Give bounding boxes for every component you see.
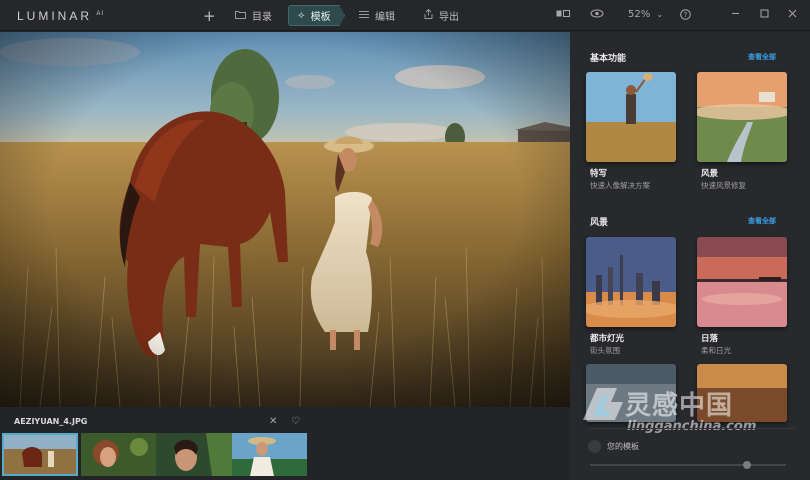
share-icon [424,8,433,22]
top-bar: LUMINAR AI + 目录 ⟡ 模板 编辑 导出 52% ⌄ ? [0,0,810,31]
watermark-text: 灵感中国 [625,391,734,421]
see-all-landscape-link[interactable]: 查看全部 [748,216,776,226]
tab-export[interactable]: 导出 [424,5,459,26]
section-title-landscape: 风景 [590,218,609,228]
tab-edit-label: 编辑 [375,12,395,23]
add-photos-button[interactable]: + [203,5,216,26]
my-templates-item[interactable]: 您的模板 [588,440,639,453]
filmstrip-thumb[interactable] [81,433,156,476]
filmstrip-thumb[interactable] [156,433,232,476]
tab-export-label: 导出 [439,12,459,23]
close-icon[interactable]: ✕ [269,416,277,427]
app-logo: LUMINAR AI [17,9,105,23]
close-window-icon[interactable] [788,9,797,21]
template-name: 风景 [701,169,719,179]
template-card-sunset[interactable] [697,237,787,327]
filmstrip-thumb[interactable] [2,433,78,476]
sliders-icon [359,10,369,22]
help-icon[interactable]: ? [680,9,691,23]
template-card-landscape[interactable] [697,72,787,162]
photo-canvas[interactable] [0,32,570,407]
main-photo-image [0,32,570,407]
magic-wand-icon: ⟡ [298,10,305,21]
user-templates-icon [588,440,601,453]
template-subtitle: 街头氛围 [590,346,620,355]
compare-view-icon[interactable] [556,9,570,21]
folder-icon [235,10,246,22]
tab-edit[interactable]: 编辑 [359,5,395,26]
zoom-label: 52% [628,9,651,20]
section-title-essentials: 基本功能 [590,54,627,64]
minimize-icon[interactable] [731,9,740,21]
template-subtitle: 快速风景修复 [701,181,746,190]
chevron-down-icon: ⌄ [656,10,664,19]
thumbnail-size-slider[interactable] [590,461,786,469]
watermark-url: lingganchina.com [627,419,757,434]
panel-divider [588,428,796,429]
template-subtitle: 快速人像解决方案 [590,181,650,190]
filmstrip: AEZIYUAN_4.JPG ✕ ♡ [0,407,570,480]
filename-label: AEZIYUAN_4.JPG [14,417,88,426]
maximize-icon[interactable] [760,9,769,21]
filmstrip-thumb[interactable] [232,433,307,476]
template-name: 日落 [701,334,719,344]
template-name: 特写 [590,169,608,179]
zoom-level[interactable]: 52% ⌄ [628,9,663,20]
tab-templates-label: 模板 [310,12,331,23]
template-subtitle: 柔和日光 [701,346,731,355]
template-card-city-lights[interactable] [586,237,676,327]
slider-handle[interactable] [742,461,751,469]
svg-text:?: ? [684,11,688,19]
template-name: 都市灯光 [590,334,625,344]
eye-icon[interactable] [590,9,604,21]
see-all-essentials-link[interactable]: 查看全部 [748,52,776,62]
template-card-portrait[interactable] [586,72,676,162]
tab-library[interactable]: 目录 [235,5,272,26]
my-templates-label: 您的模板 [607,442,639,451]
tab-library-label: 目录 [252,12,272,23]
tab-templates[interactable]: ⟡ 模板 [288,5,345,26]
watermark: 灵感中国 lingganchina.com [575,380,805,440]
heart-icon[interactable]: ♡ [291,416,300,427]
